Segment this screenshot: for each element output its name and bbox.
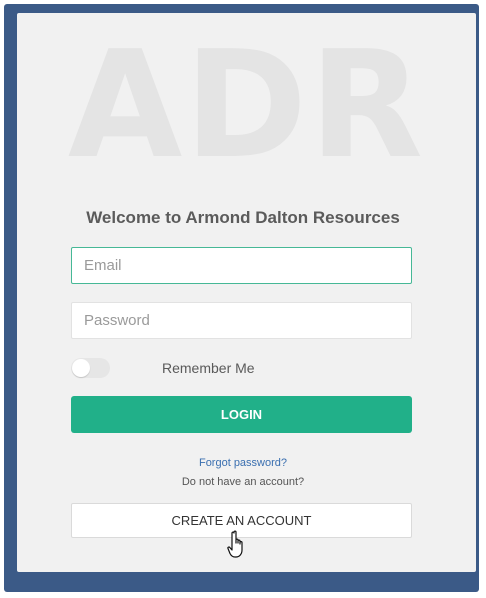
forgot-password-link[interactable]: Forgot password?: [0, 457, 486, 469]
remember-me-label: Remember Me: [162, 360, 255, 376]
toggle-knob: [72, 359, 90, 377]
login-button[interactable]: LOGIN: [71, 396, 412, 433]
adr-watermark: ADR: [67, 19, 426, 191]
login-card: ADR: [17, 13, 476, 572]
hand-pointer-icon: [227, 530, 243, 558]
password-field[interactable]: [71, 302, 412, 339]
no-account-text: Do not have an account?: [181, 476, 305, 488]
remember-me-toggle[interactable]: [71, 358, 110, 378]
email-field[interactable]: [71, 247, 412, 284]
welcome-heading: Welcome to Armond Dalton Resources: [86, 208, 400, 227]
